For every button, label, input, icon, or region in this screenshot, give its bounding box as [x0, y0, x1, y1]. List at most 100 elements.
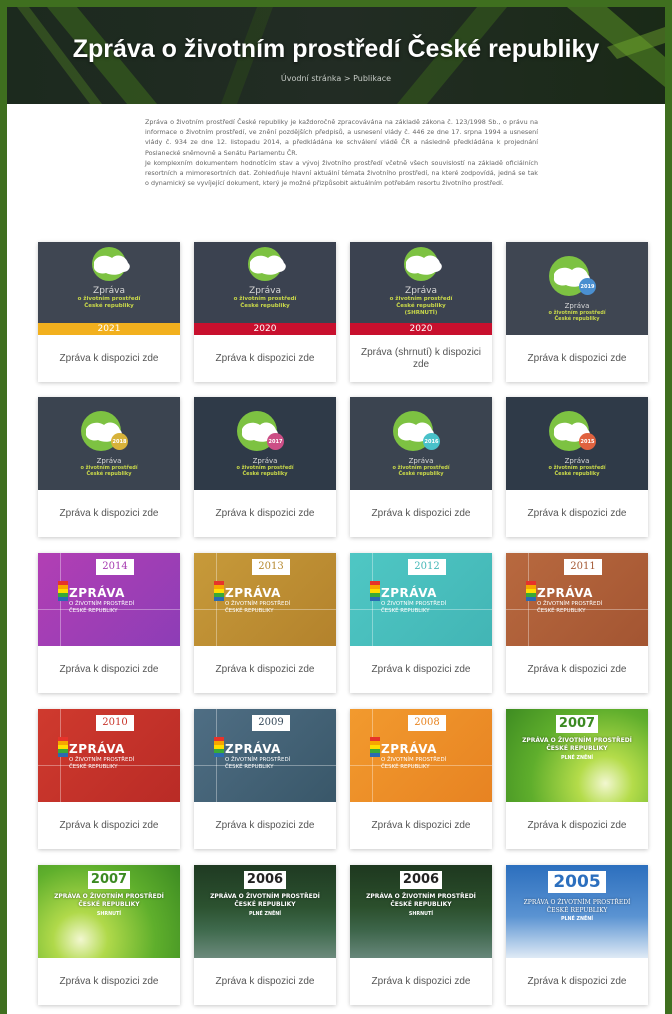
report-cover-image[interactable]: 2010 ZPRÁVA O ŽIVOTNÍM PROSTŘEDÍ ČESKÉ REP…	[38, 709, 180, 802]
cover-title: ZPRÁVA O ŽIVOTNÍM PROSTŘEDÍ ČESKÉ REPUBL…	[54, 893, 164, 908]
cover-year: 2014	[96, 559, 134, 575]
report-cover-image[interactable]: 2009 ZPRÁVA O ŽIVOTNÍM PROSTŘEDÍ ČESKÉ REP…	[194, 709, 336, 802]
report-cover-image[interactable]: 2014 ZPRÁVA O ŽIVOTNÍM PROSTŘEDÍ ČESKÉ REP…	[38, 553, 180, 646]
report-card[interactable]: 2005 ZPRÁVA O ŽIVOTNÍM PROSTŘEDÍ ČESKÉ RE…	[506, 865, 648, 1005]
cover-subtitle: o životním prostředí České republiky	[548, 465, 606, 477]
color-stripes-icon	[58, 737, 68, 757]
cover-subtitle: SHRNUTÍ	[408, 912, 434, 917]
report-link[interactable]: Zpráva k dispozici zde	[194, 490, 336, 537]
cover-title-block: ZPRÁVA O ŽIVOTNÍM PROSTŘEDÍ ČESKÉ REPUBLI…	[225, 742, 290, 771]
report-cover-image[interactable]: Zpráva o životním prostředí České republi…	[38, 242, 180, 335]
cover-subtitle: PLNÉ ZNĚNÍ	[248, 912, 282, 917]
cover-year: 2007	[88, 871, 130, 889]
year-badge: 2019	[579, 278, 596, 295]
report-link[interactable]: Zpráva k dispozici zde	[506, 958, 648, 1005]
cover-title-block: Zpráva o životním prostředí České republi…	[194, 286, 336, 310]
page-frame: Zpráva o životním prostředí České republ…	[7, 7, 665, 1014]
report-cover-image[interactable]: Zpráva o životním prostředí České republi…	[350, 242, 492, 335]
report-card[interactable]: 2015 Zpráva o životním prostředí České rep…	[506, 397, 648, 537]
report-link[interactable]: Zpráva k dispozici zde	[38, 490, 180, 537]
year-badge: 2018	[111, 433, 128, 450]
report-link[interactable]: Zpráva k dispozici zde	[350, 490, 492, 537]
report-card[interactable]: 2013 ZPRÁVA O ŽIVOTNÍM PROSTŘEDÍ ČESKÉ REP…	[194, 553, 336, 693]
report-link[interactable]: Zpráva k dispozici zde	[38, 958, 180, 1005]
year-badge: 2015	[579, 433, 596, 450]
report-card[interactable]: 2010 ZPRÁVA O ŽIVOTNÍM PROSTŘEDÍ ČESKÉ REP…	[38, 709, 180, 849]
cover-title: ZPRÁVA	[69, 586, 125, 600]
report-card[interactable]: 2019 Zpráva o životním prostředí České rep…	[506, 242, 648, 382]
report-card[interactable]: 2008 ZPRÁVA O ŽIVOTNÍM PROSTŘEDÍ ČESKÉ REP…	[350, 709, 492, 849]
report-link[interactable]: Zpráva k dispozici zde	[350, 958, 492, 1005]
report-card[interactable]: 2011 ZPRÁVA O ŽIVOTNÍM PROSTŘEDÍ ČESKÉ REP…	[506, 553, 648, 693]
cover-title: Zpráva	[564, 457, 590, 465]
report-card[interactable]: Zpráva o životním prostředí České republi…	[38, 242, 180, 382]
breadcrumb[interactable]: Úvodní stránka > Publikace	[7, 74, 665, 83]
report-cover-image[interactable]: 2005 ZPRÁVA O ŽIVOTNÍM PROSTŘEDÍ ČESKÉ RE…	[506, 865, 648, 958]
cover-year: 2007	[556, 715, 598, 733]
report-link[interactable]: Zpráva k dispozici zde	[350, 802, 492, 849]
report-card[interactable]: 2014 ZPRÁVA O ŽIVOTNÍM PROSTŘEDÍ ČESKÉ REP…	[38, 553, 180, 693]
report-link[interactable]: Zpráva k dispozici zde	[38, 802, 180, 849]
cover-subtitle: O ŽIVOTNÍM PROSTŘEDÍ ČESKÉ REPUBLIKY	[225, 757, 291, 770]
report-link[interactable]: Zpráva k dispozici zde	[506, 802, 648, 849]
report-link[interactable]: Zpráva k dispozici zde	[38, 335, 180, 382]
cover-title: ZPRÁVA	[225, 586, 281, 600]
year-badge: 2016	[423, 433, 440, 450]
cover-title: Zpráva	[405, 286, 437, 296]
report-card[interactable]: 2016 Zpráva o životním prostředí České rep…	[350, 397, 492, 537]
report-cover-image[interactable]: 2019 Zpráva o životním prostředí České rep…	[506, 242, 648, 335]
report-cover-image[interactable]: 2012 ZPRÁVA O ŽIVOTNÍM PROSTŘEDÍ ČESKÉ REP…	[350, 553, 492, 646]
cover-year: 2010	[96, 715, 134, 731]
report-card[interactable]: 2017 Zpráva o životním prostředí České rep…	[194, 397, 336, 537]
report-card[interactable]: Zpráva o životním prostředí České republi…	[194, 242, 336, 382]
cover-subtitle: o životním prostředí České republiky (SH…	[389, 296, 453, 316]
report-link[interactable]: Zpráva k dispozici zde	[506, 490, 648, 537]
report-link[interactable]: Zpráva k dispozici zde	[350, 646, 492, 693]
cover-title: Zpráva	[249, 286, 281, 296]
report-cover-image[interactable]: 2007 ZPRÁVA O ŽIVOTNÍM PROSTŘEDÍ ČESKÉ RE…	[506, 709, 648, 802]
cover-title: ZPRÁVA	[381, 586, 437, 600]
cover-title: ZPRÁVA	[225, 742, 281, 756]
cover-title-block: ZPRÁVA O ŽIVOTNÍM PROSTŘEDÍ ČESKÉ REPUBLI…	[537, 586, 602, 615]
report-cover-image[interactable]: 2018 Zpráva o životním prostředí České rep…	[38, 397, 180, 490]
report-cover-image[interactable]: 2006 ZPRÁVA O ŽIVOTNÍM PROSTŘEDÍ ČESKÉ RE…	[350, 865, 492, 958]
report-link[interactable]: Zpráva k dispozici zde	[506, 335, 648, 382]
report-link[interactable]: Zpráva k dispozici zde	[194, 802, 336, 849]
report-card[interactable]: 2007 ZPRÁVA O ŽIVOTNÍM PROSTŘEDÍ ČESKÉ RE…	[506, 709, 648, 849]
cover-year: 2006	[244, 871, 286, 889]
cover-subtitle: o životním prostředí České republiky	[236, 465, 294, 477]
report-cover-image[interactable]: 2016 Zpráva o životním prostředí České rep…	[350, 397, 492, 490]
cover-subtitle: o životním prostředí České republiky	[77, 296, 141, 309]
report-cover-image[interactable]: 2008 ZPRÁVA O ŽIVOTNÍM PROSTŘEDÍ ČESKÉ REP…	[350, 709, 492, 802]
report-cover-image[interactable]: Zpráva o životním prostředí České republi…	[194, 242, 336, 335]
report-card[interactable]: 2007 ZPRÁVA O ŽIVOTNÍM PROSTŘEDÍ ČESKÉ RE…	[38, 865, 180, 1005]
report-link[interactable]: Zpráva k dispozici zde	[506, 646, 648, 693]
report-link[interactable]: Zpráva (shrnutí) k dispozici zde	[350, 335, 492, 382]
cover-subtitle: PLNÉ ZNĚNÍ	[560, 917, 594, 922]
cover-year: 2012	[408, 559, 446, 575]
report-cover-image[interactable]: 2006 ZPRÁVA O ŽIVOTNÍM PROSTŘEDÍ ČESKÉ RE…	[194, 865, 336, 958]
report-card[interactable]: 2009 ZPRÁVA O ŽIVOTNÍM PROSTŘEDÍ ČESKÉ REP…	[194, 709, 336, 849]
report-link[interactable]: Zpráva k dispozici zde	[194, 646, 336, 693]
report-card[interactable]: 2012 ZPRÁVA O ŽIVOTNÍM PROSTŘEDÍ ČESKÉ REP…	[350, 553, 492, 693]
report-card[interactable]: 2006 ZPRÁVA O ŽIVOTNÍM PROSTŘEDÍ ČESKÉ RE…	[194, 865, 336, 1005]
report-cover-image[interactable]: 2011 ZPRÁVA O ŽIVOTNÍM PROSTŘEDÍ ČESKÉ REP…	[506, 553, 648, 646]
cover-title: ZPRÁVA	[69, 742, 125, 756]
color-stripes-icon	[58, 581, 68, 601]
report-cover-image[interactable]: 2017 Zpráva o životním prostředí České rep…	[194, 397, 336, 490]
report-card[interactable]: 2006 ZPRÁVA O ŽIVOTNÍM PROSTŘEDÍ ČESKÉ RE…	[350, 865, 492, 1005]
report-card[interactable]: 2018 Zpráva o životním prostředí České rep…	[38, 397, 180, 537]
report-card[interactable]: Zpráva o životním prostředí České republi…	[350, 242, 492, 382]
year-badge: 2017	[267, 433, 284, 450]
report-cover-image[interactable]: 2013 ZPRÁVA O ŽIVOTNÍM PROSTŘEDÍ ČESKÉ REP…	[194, 553, 336, 646]
report-link[interactable]: Zpráva k dispozici zde	[38, 646, 180, 693]
report-link[interactable]: Zpráva k dispozici zde	[194, 335, 336, 382]
cover-title: ZPRÁVA	[381, 742, 437, 756]
cover-subtitle: O ŽIVOTNÍM PROSTŘEDÍ ČESKÉ REPUBLIKY	[537, 601, 603, 614]
report-link[interactable]: Zpráva k dispozici zde	[194, 958, 336, 1005]
page-title: Zpráva o životním prostředí České republ…	[72, 35, 600, 63]
cover-title: Zpráva	[96, 457, 122, 465]
report-cover-image[interactable]: 2015 Zpráva o životním prostředí České rep…	[506, 397, 648, 490]
cover-subtitle: o životním prostředí České republiky	[80, 465, 138, 477]
report-cover-image[interactable]: 2007 ZPRÁVA O ŽIVOTNÍM PROSTŘEDÍ ČESKÉ RE…	[38, 865, 180, 958]
